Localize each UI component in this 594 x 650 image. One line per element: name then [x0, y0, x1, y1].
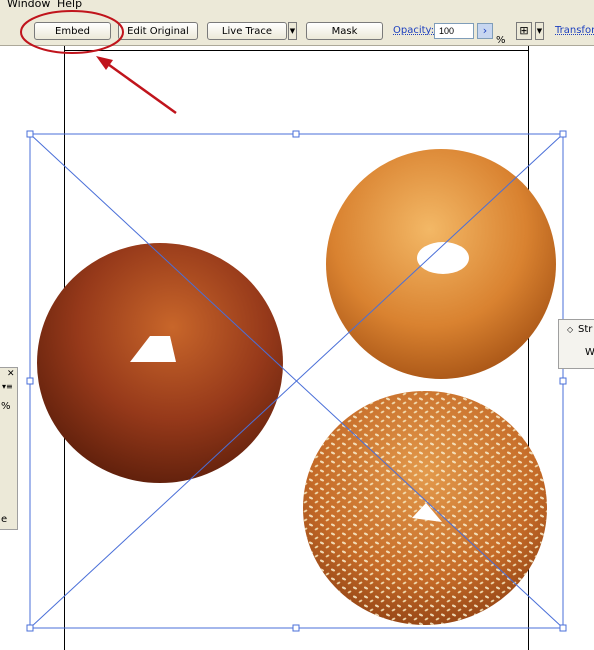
stroke-panel-weight-label: W — [585, 347, 594, 358]
bagel-sesame-icon — [303, 391, 547, 625]
bagel-plain-icon — [326, 149, 556, 379]
panel-collapse-icon[interactable]: ◇ — [567, 325, 573, 334]
handle-top-left[interactable] — [26, 130, 34, 138]
handle-middle-left[interactable] — [26, 377, 34, 385]
annotation-arrow-icon — [96, 56, 177, 115]
annotation-highlight-circle — [20, 10, 124, 54]
handle-top-center[interactable] — [292, 130, 300, 138]
left-floating-panel: ✕ ▾≡ % e — [0, 367, 18, 530]
panel-menu-icon[interactable]: ▾≡ — [2, 382, 13, 391]
handle-bottom-left[interactable] — [26, 624, 34, 632]
bagel-dark-icon — [37, 243, 283, 483]
handle-middle-right[interactable] — [559, 377, 567, 385]
handle-top-right[interactable] — [559, 130, 567, 138]
left-panel-percent: % — [1, 401, 11, 412]
handle-bottom-center[interactable] — [292, 624, 300, 632]
placed-image-canvas[interactable] — [0, 0, 594, 650]
handle-bottom-right[interactable] — [559, 624, 567, 632]
panel-close-icon[interactable]: ✕ — [7, 369, 15, 379]
stroke-panel: ◇ Str W — [558, 319, 594, 369]
left-panel-label: e — [1, 514, 8, 525]
stroke-panel-title[interactable]: Str — [578, 324, 592, 335]
